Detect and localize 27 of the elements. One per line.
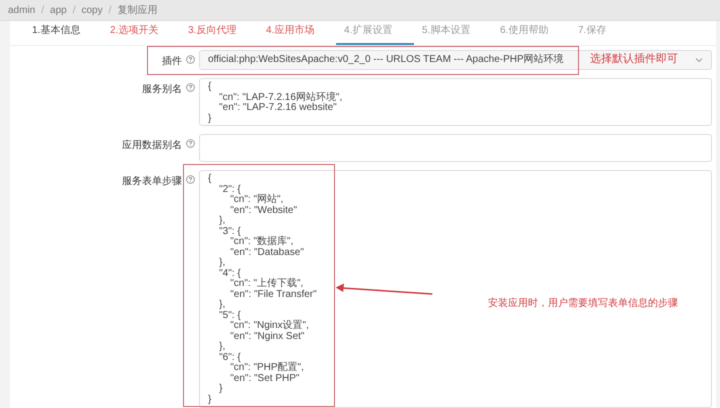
help-icon[interactable]: [186, 83, 195, 92]
step-tab[interactable]: 4.扩展设置: [336, 23, 414, 45]
help-icon[interactable]: [186, 175, 195, 184]
breadcrumb-item[interactable]: copy: [82, 4, 103, 16]
field-label: 服务别名: [141, 83, 183, 96]
help-icon[interactable]: [186, 139, 195, 148]
breadcrumb-separator: /: [108, 4, 112, 16]
caret-icon: [695, 57, 703, 63]
step-tab[interactable]: 4.应用市场: [258, 23, 336, 45]
field-label: 服务表单步骤: [121, 174, 183, 188]
breadcrumb-separator: /: [72, 4, 76, 16]
field-label: 插件: [161, 55, 183, 68]
field-label: 应用数据别名: [121, 138, 183, 152]
annotation-note: 选择默认插件即可: [590, 52, 678, 66]
step-tab[interactable]: 1.基本信息: [24, 23, 102, 45]
breadcrumb-item[interactable]: admin: [8, 4, 36, 16]
step-tab[interactable]: 2.选项开关: [102, 23, 180, 45]
json-text-area[interactable]: { "cn": "LAP-7.2.16网站环境", "en": "LAP-7.2.16 website" }: [199, 78, 712, 126]
step-tab[interactable]: 3.反向代理: [180, 23, 258, 45]
breadcrumb-item[interactable]: app: [50, 4, 67, 16]
step-tab[interactable]: 7.保存: [570, 23, 648, 45]
annotation-note: 安装应用时，用户需要填写表单信息的步骤: [488, 296, 678, 310]
step-tab[interactable]: 6.使用帮助: [492, 23, 570, 45]
help-icon[interactable]: [186, 55, 195, 64]
step-tab[interactable]: 5.脚本设置: [414, 23, 492, 45]
breadcrumb-item[interactable]: 复制应用: [117, 3, 158, 17]
breadcrumb-separator: /: [41, 4, 44, 16]
